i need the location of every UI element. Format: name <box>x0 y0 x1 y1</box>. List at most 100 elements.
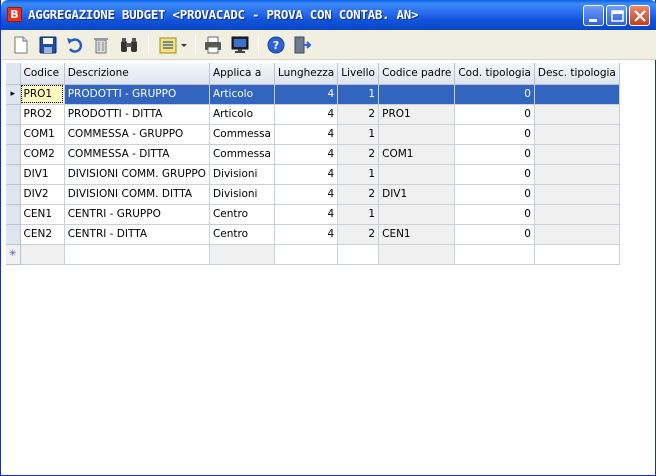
cell-codice-padre[interactable]: PRO1 <box>378 104 456 125</box>
row-header[interactable] <box>6 164 21 185</box>
cell-desc-tipologia[interactable] <box>534 104 620 125</box>
cell-desc-tipologia[interactable] <box>534 144 620 165</box>
table-row[interactable]: DIV1 DIVISIONI COMM. GRUPPO Divisioni 4 1 0 <box>6 164 655 185</box>
cell-cod-tipologia[interactable]: 0 <box>454 124 535 145</box>
new-row-cell[interactable] <box>378 244 456 265</box>
new-row-cell[interactable] <box>64 244 210 265</box>
cell-cod-tipologia[interactable]: 0 <box>454 184 535 205</box>
cell-cod-tipologia[interactable]: 0 <box>454 104 535 125</box>
cell-codice[interactable]: CEN2 <box>20 224 65 245</box>
cell-codice-padre[interactable] <box>378 164 456 185</box>
current-row-indicator[interactable]: ▸ <box>6 84 21 105</box>
cell-descrizione[interactable]: DIVISIONI COMM. DITTA <box>64 184 210 205</box>
row-header[interactable] <box>6 224 21 245</box>
table-row[interactable]: PRO2 PRODOTTI - DITTA Articolo 4 2 PRO1 0 <box>6 104 655 125</box>
table-row[interactable]: COM1 COMMESSA - GRUPPO Commessa 4 1 0 <box>6 124 655 145</box>
new-document-icon[interactable] <box>10 34 32 56</box>
row-header[interactable] <box>6 184 21 205</box>
cell-lunghezza[interactable]: 4 <box>274 144 339 165</box>
new-row-indicator[interactable]: ✳ <box>6 244 21 265</box>
search-binoculars-icon[interactable] <box>118 34 140 56</box>
cell-codice-padre[interactable]: COM1 <box>378 144 456 165</box>
column-header-livello[interactable]: Livello <box>337 63 380 85</box>
cell-desc-tipologia[interactable] <box>534 164 620 185</box>
help-icon[interactable]: ? <box>265 34 287 56</box>
table-row[interactable]: CEN1 CENTRI - GRUPPO Centro 4 1 0 <box>6 204 655 225</box>
column-header-descrizione[interactable]: Descrizione <box>64 63 210 85</box>
cell-desc-tipologia[interactable] <box>534 124 620 145</box>
cell-applica-a[interactable]: Articolo <box>209 84 276 105</box>
row-header[interactable] <box>6 104 21 125</box>
table-row[interactable]: COM2 COMMESSA - DITTA Commessa 4 2 COM1 0 <box>6 144 655 165</box>
cell-descrizione[interactable]: COMMESSA - GRUPPO <box>64 124 210 145</box>
cell-cod-tipologia[interactable]: 0 <box>454 164 535 185</box>
cell-desc-tipologia[interactable] <box>534 84 620 105</box>
cell-codice[interactable]: DIV1 <box>20 164 65 185</box>
cell-codice-padre[interactable] <box>378 204 456 225</box>
column-header-applica-a[interactable]: Applica a <box>209 63 276 85</box>
row-header[interactable] <box>6 124 21 145</box>
cell-livello[interactable]: 2 <box>337 144 380 165</box>
cell-applica-a[interactable]: Articolo <box>209 104 276 125</box>
preview-monitor-icon[interactable] <box>229 34 251 56</box>
cell-lunghezza[interactable]: 4 <box>274 224 339 245</box>
cell-codice-padre[interactable] <box>378 84 456 105</box>
column-header-desc-tipologia[interactable]: Desc. tipologia <box>534 63 620 85</box>
cell-lunghezza[interactable]: 4 <box>274 84 339 105</box>
cell-codice-padre[interactable]: DIV1 <box>378 184 456 205</box>
cell-codice[interactable]: DIV2 <box>20 184 65 205</box>
row-header[interactable] <box>6 204 21 225</box>
cell-lunghezza[interactable]: 4 <box>274 164 339 185</box>
cell-cod-tipologia[interactable]: 0 <box>454 144 535 165</box>
title-bar[interactable]: B AGGREGAZIONE BUDGET <PROVACADC - PROVA… <box>1 0 656 30</box>
new-row-cell[interactable] <box>454 244 535 265</box>
minimize-button[interactable] <box>583 5 604 26</box>
table-row[interactable]: CEN2 CENTRI - DITTA Centro 4 2 CEN1 0 <box>6 224 655 245</box>
cell-codice[interactable]: CEN1 <box>20 204 65 225</box>
cell-lunghezza[interactable]: 4 <box>274 204 339 225</box>
cell-codice[interactable]: COM1 <box>20 124 65 145</box>
app-icon[interactable]: B <box>7 7 22 22</box>
cell-lunghezza[interactable]: 4 <box>274 184 339 205</box>
exit-door-icon[interactable] <box>291 34 313 56</box>
column-header-codice[interactable]: Codice <box>20 63 65 85</box>
cell-applica-a[interactable]: Commessa <box>209 124 276 145</box>
cell-applica-a[interactable]: Divisioni <box>209 164 276 185</box>
cell-applica-a[interactable]: Commessa <box>209 144 276 165</box>
save-icon[interactable] <box>37 34 59 56</box>
close-button[interactable] <box>629 5 650 26</box>
new-row-cell[interactable] <box>209 244 276 265</box>
cell-lunghezza[interactable]: 4 <box>274 124 339 145</box>
undo-icon[interactable] <box>64 34 86 56</box>
cell-lunghezza[interactable]: 4 <box>274 104 339 125</box>
cell-livello[interactable]: 1 <box>337 124 380 145</box>
column-header-codice-padre[interactable]: Codice padre <box>378 63 456 85</box>
cell-descrizione[interactable]: CENTRI - DITTA <box>64 224 210 245</box>
cell-codice-padre[interactable] <box>378 124 456 145</box>
row-header[interactable] <box>6 144 21 165</box>
new-row-cell[interactable] <box>337 244 380 265</box>
new-row-cell[interactable] <box>20 244 65 265</box>
cell-desc-tipologia[interactable] <box>534 224 620 245</box>
cell-descrizione[interactable]: DIVISIONI COMM. GRUPPO <box>64 164 210 185</box>
column-header-cod-tipologia[interactable]: Cod. tipologia <box>454 63 535 85</box>
table-row[interactable]: DIV2 DIVISIONI COMM. DITTA Divisioni 4 2 DIV1… <box>6 184 655 205</box>
cell-applica-a[interactable]: Centro <box>209 224 276 245</box>
cell-desc-tipologia[interactable] <box>534 204 620 225</box>
new-row[interactable]: ✳ <box>6 244 655 265</box>
cell-applica-a[interactable]: Divisioni <box>209 184 276 205</box>
cell-livello[interactable]: 1 <box>337 84 380 105</box>
cell-desc-tipologia[interactable] <box>534 184 620 205</box>
cell-descrizione[interactable]: PRODOTTI - DITTA <box>64 104 210 125</box>
column-header-lunghezza[interactable]: Lunghezza <box>274 63 339 85</box>
cell-livello[interactable]: 2 <box>337 224 380 245</box>
cell-codice[interactable]: COM2 <box>20 144 65 165</box>
cell-cod-tipologia[interactable]: 0 <box>454 224 535 245</box>
cell-descrizione[interactable]: PRODOTTI - GRUPPO <box>64 84 210 105</box>
maximize-button[interactable] <box>606 5 627 26</box>
print-icon[interactable] <box>202 34 224 56</box>
cell-cod-tipologia[interactable]: 0 <box>454 84 535 105</box>
cell-applica-a[interactable]: Centro <box>209 204 276 225</box>
cell-descrizione[interactable]: CENTRI - GRUPPO <box>64 204 210 225</box>
cell-livello[interactable]: 1 <box>337 204 380 225</box>
